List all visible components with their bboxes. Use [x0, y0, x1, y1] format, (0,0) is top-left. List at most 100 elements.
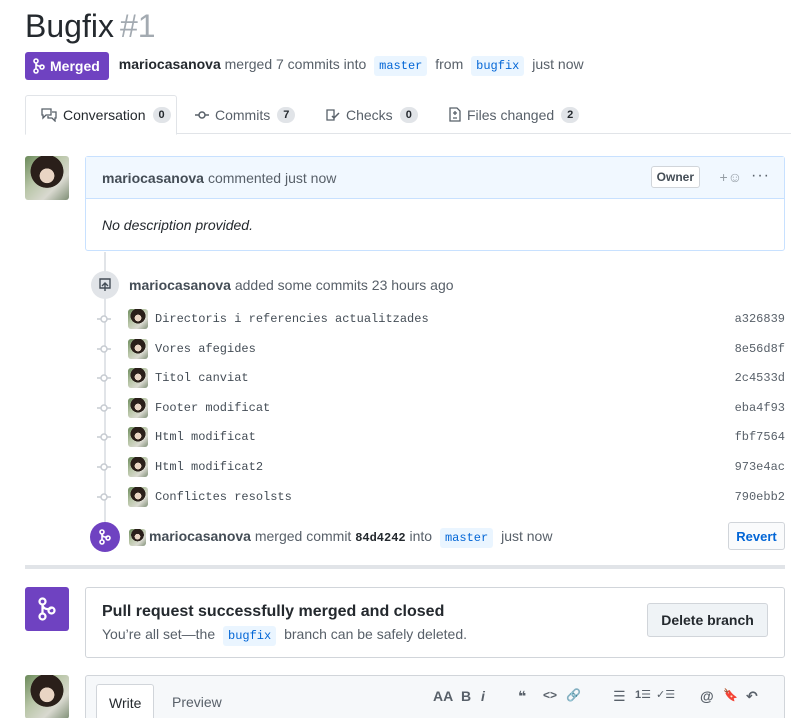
avatar[interactable]	[25, 675, 69, 718]
meta-text: mariocasanova merged 7 commits into mast…	[119, 56, 584, 76]
commit-icon	[97, 460, 111, 474]
merged-status-icon	[25, 587, 69, 631]
add-reaction-icon[interactable]: +☺	[720, 169, 742, 185]
checklist-icon	[326, 108, 340, 121]
commit-message[interactable]: Directoris i referencies actualitzades	[155, 312, 429, 326]
task-list-icon[interactable]: ✓☰	[656, 688, 675, 701]
bold-icon[interactable]: B	[461, 688, 471, 704]
merged-status-subtitle: You’re all set—the bugfix branch can be …	[102, 626, 467, 646]
tab-files-changed[interactable]: Files changed 2	[449, 95, 580, 134]
commit-row: Conflictes resolsts 790ebb2	[97, 486, 785, 508]
merged-sub-branch[interactable]: bugfix	[223, 626, 277, 646]
tab-write[interactable]: Write	[96, 684, 155, 718]
comment-author[interactable]: mariocasanova	[102, 170, 204, 186]
commits-event-text: mariocasanova added some commits 23 hour…	[129, 277, 454, 293]
commit-sha[interactable]: 8e56d8f	[735, 342, 785, 356]
tab-conversation[interactable]: Conversation 0	[25, 95, 177, 135]
pr-author-link[interactable]: mariocasanova	[119, 56, 221, 72]
tab-checks-label: Checks	[346, 106, 393, 123]
meta-from-text: from	[435, 56, 464, 72]
commit-message[interactable]: Footer modificat	[155, 401, 270, 415]
tab-files-label: Files changed	[467, 106, 555, 123]
meta-time: just now	[532, 56, 584, 72]
head-branch[interactable]: bugfix	[471, 56, 525, 76]
base-branch[interactable]: master	[374, 56, 428, 76]
merge-base-branch[interactable]: master	[439, 528, 494, 548]
avatar[interactable]	[128, 427, 148, 447]
owner-badge: Owner	[650, 166, 700, 188]
tab-checks[interactable]: Checks 0	[326, 95, 418, 134]
file-diff-icon	[449, 107, 461, 122]
merge-event-desc: merged commit	[254, 528, 352, 544]
code-icon[interactable]: <>	[543, 688, 557, 702]
kebab-menu-icon[interactable]: ···	[751, 167, 770, 185]
avatar[interactable]	[128, 339, 148, 359]
commit-row: Directoris i referencies actualitzades a3…	[97, 308, 785, 330]
mention-icon[interactable]: @	[700, 688, 714, 704]
commit-sha[interactable]: a326839	[735, 312, 785, 326]
merge-event-icon	[90, 522, 120, 552]
tab-preview[interactable]: Preview	[160, 684, 234, 718]
merged-status-title: Pull request successfully merged and clo…	[102, 603, 445, 620]
comment-header: mariocasanova commented just now Owner +…	[86, 157, 784, 199]
timeline-divider	[25, 565, 785, 569]
comment-editor: Write Preview AA B i ❝ <> 🔗 ☰ 1☰ ✓☰ @ 🔖 …	[85, 675, 785, 718]
merge-event-author[interactable]: mariocasanova	[149, 528, 251, 544]
commit-message[interactable]: Html modificat2	[155, 460, 263, 474]
commits-event-desc: added some commits 23 hours ago	[234, 277, 454, 293]
meta-merged-text: merged 7 commits into	[224, 56, 367, 72]
pr-number: #1	[119, 8, 156, 44]
comment-box: mariocasanova commented just now Owner +…	[85, 156, 785, 251]
merge-commit-sha[interactable]: 84d4242	[355, 531, 405, 545]
comment-action: commented just now	[207, 169, 337, 186]
avatar[interactable]	[128, 368, 148, 388]
reply-icon[interactable]: ↶	[746, 688, 758, 705]
commit-icon	[97, 430, 111, 444]
commits-event-author[interactable]: mariocasanova	[129, 277, 231, 293]
commit-row: Html modificat2 973e4ac	[97, 456, 785, 478]
commit-row: Html modificat fbf7564	[97, 426, 785, 448]
commit-message[interactable]: Html modificat	[155, 430, 256, 444]
commit-row: Vores afegides 8e56d8f	[97, 338, 785, 360]
merge-event-text: mariocasanova merged commit 84d4242 into…	[149, 528, 552, 548]
avatar[interactable]	[128, 398, 148, 418]
merge-into-text: into	[409, 528, 433, 544]
pr-meta: Merged mariocasanova merged 7 commits in…	[25, 52, 584, 80]
avatar[interactable]	[129, 529, 146, 546]
pr-tabs: Conversation 0 Commits 7 Checks 0 Files …	[25, 95, 791, 135]
commit-message[interactable]: Conflictes resolsts	[155, 490, 292, 504]
heading-icon[interactable]: AA	[433, 688, 453, 704]
merge-icon	[33, 58, 45, 74]
revert-button[interactable]: Revert	[728, 522, 785, 550]
quote-icon[interactable]: ❝	[518, 688, 526, 705]
avatar[interactable]	[128, 457, 148, 477]
italic-icon[interactable]: i	[481, 688, 485, 704]
comment-discussion-icon	[41, 108, 57, 122]
ordered-list-icon[interactable]: 1☰	[635, 688, 651, 701]
commit-icon	[97, 401, 111, 415]
commit-icon	[97, 312, 111, 326]
unordered-list-icon[interactable]: ☰	[613, 688, 626, 705]
merged-sub-before: You’re all set—the	[102, 626, 216, 642]
tab-commits-label: Commits	[215, 106, 271, 123]
commit-sha[interactable]: 973e4ac	[735, 460, 785, 474]
bookmark-icon[interactable]: 🔖	[723, 688, 738, 702]
avatar[interactable]	[25, 156, 69, 200]
tab-commits-count: 7	[277, 106, 296, 123]
avatar[interactable]	[128, 309, 148, 329]
commit-sha[interactable]: 2c4533d	[735, 371, 785, 385]
tab-checks-count: 0	[399, 106, 418, 123]
commit-sha[interactable]: fbf7564	[735, 430, 785, 444]
delete-branch-button[interactable]: Delete branch	[647, 603, 768, 637]
commit-icon	[97, 342, 111, 356]
avatar[interactable]	[128, 487, 148, 507]
tab-commits[interactable]: Commits 7	[195, 95, 296, 134]
merged-badge: Merged	[25, 52, 109, 80]
commit-message[interactable]: Vores afegides	[155, 342, 256, 356]
commit-icon	[97, 371, 111, 385]
commit-message[interactable]: Titol canviat	[155, 371, 249, 385]
link-icon[interactable]: 🔗	[566, 688, 581, 702]
commit-icon	[97, 490, 111, 504]
commit-sha[interactable]: eba4f93	[735, 401, 785, 415]
commit-sha[interactable]: 790ebb2	[735, 490, 785, 504]
